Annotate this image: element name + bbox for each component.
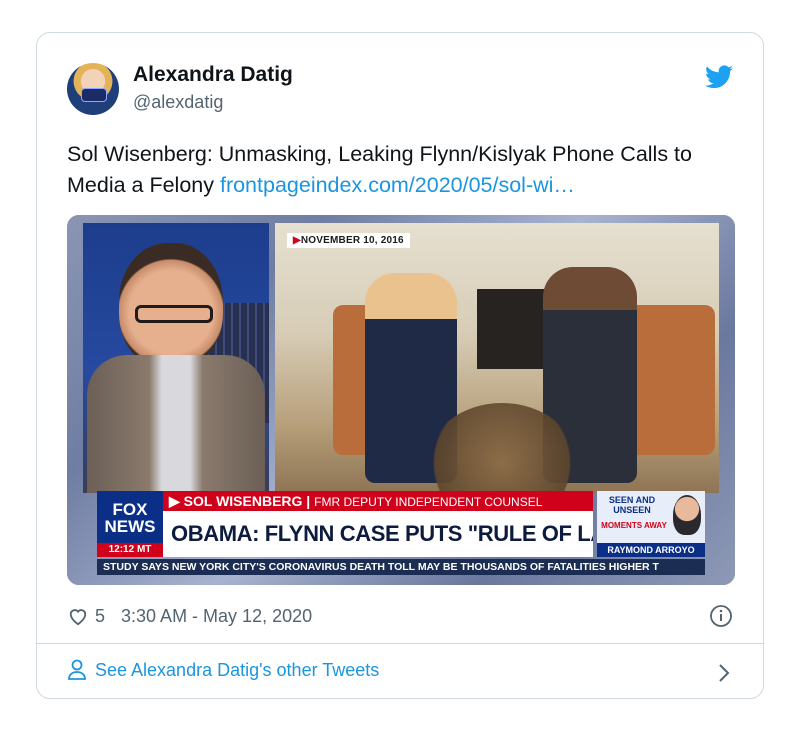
lower-third: FOX NEWS 12:12 MT ▶ SOL WISENBERG | FMR …: [97, 491, 705, 557]
twitter-bird-icon[interactable]: [705, 65, 733, 89]
promo-mid: MOMENTS AWAY: [601, 521, 667, 530]
date-bug: ▶NOVEMBER 10, 2016: [287, 233, 410, 248]
tweet-link[interactable]: frontpageindex.com/2020/05/sol-wi…: [220, 173, 575, 197]
promo-box: SEEN AND UNSEEN MOMENTS AWAY RAYMOND ARR…: [597, 491, 705, 557]
heart-icon[interactable]: [67, 606, 89, 626]
divider: [37, 643, 763, 644]
fox-logo-line2: NEWS: [104, 517, 156, 536]
fox-logo-line1: FOX: [112, 500, 148, 519]
clock: 12:12 MT: [97, 543, 163, 557]
date-bug-text: NOVEMBER 10, 2016: [300, 235, 404, 246]
banner-title: FMR DEPUTY INDEPENDENT COUNSEL: [314, 495, 543, 509]
tweet-card: Alexandra Datig @alexdatig Sol Wisenberg…: [36, 32, 764, 699]
author-name[interactable]: Alexandra Datig: [133, 63, 293, 87]
person-icon: [68, 659, 86, 680]
info-icon[interactable]: [709, 604, 733, 628]
avatar[interactable]: [67, 63, 119, 115]
promo-name: RAYMOND ARROYO: [597, 543, 705, 557]
author-handle[interactable]: @alexdatig: [133, 92, 223, 113]
ticker: STUDY SAYS NEW YORK CITY'S CORONAVIRUS D…: [97, 559, 705, 575]
video-right-panel: [275, 223, 719, 493]
timestamp[interactable]: 3:30 AM - May 12, 2020: [121, 606, 312, 627]
headline: OBAMA: FLYNN CASE PUTS "RULE OF LAW AT R…: [163, 511, 593, 557]
like-count[interactable]: 5: [95, 606, 105, 627]
see-other-tweets-link[interactable]: See Alexandra Datig's other Tweets: [67, 659, 379, 681]
promo-top: SEEN AND UNSEEN: [608, 495, 656, 515]
video-left-panel: [83, 223, 269, 493]
tweet-meta: 5 3:30 AM - May 12, 2020: [67, 603, 312, 629]
see-other-tweets-label[interactable]: See Alexandra Datig's other Tweets: [95, 660, 379, 681]
tweet-text: Sol Wisenberg: Unmasking, Leaking Flynn/…: [67, 139, 737, 201]
chevron-right-icon[interactable]: [717, 662, 731, 684]
fox-news-logo: FOX NEWS 12:12 MT: [97, 491, 163, 557]
banner-name: SOL WISENBERG: [183, 493, 303, 509]
banner-top: ▶ SOL WISENBERG | FMR DEPUTY INDEPENDENT…: [163, 491, 593, 511]
tweet-media-image[interactable]: ▶NOVEMBER 10, 2016 FOX NEWS 12:12 MT ▶ S…: [67, 215, 735, 585]
